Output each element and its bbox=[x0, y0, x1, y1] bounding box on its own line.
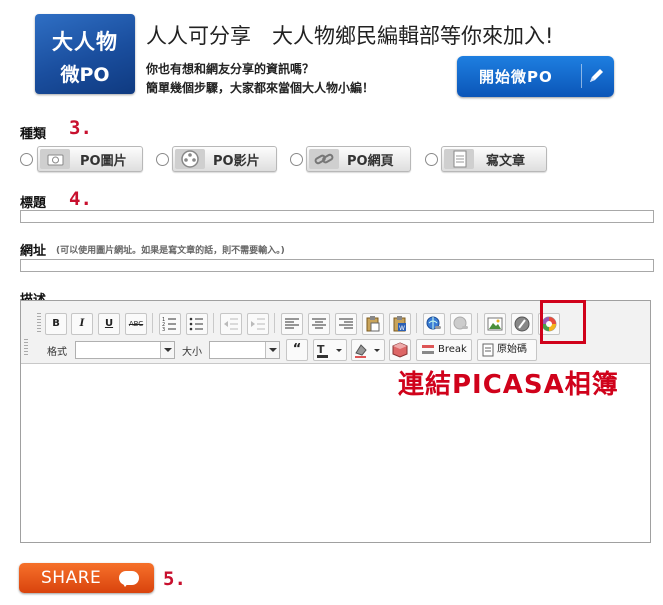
start-post-label: 開始微PO bbox=[479, 68, 553, 86]
background-color-icon[interactable] bbox=[351, 339, 385, 361]
type-radio-photo[interactable] bbox=[20, 153, 33, 166]
insert-image-icon[interactable] bbox=[484, 313, 506, 335]
svg-text:W: W bbox=[399, 325, 405, 332]
intro-line-1: 你也有想和網友分享的資訊嗎？ bbox=[146, 62, 315, 76]
align-center-icon[interactable] bbox=[308, 313, 330, 335]
size-label: 大小 bbox=[182, 347, 202, 358]
toolbar-separator bbox=[416, 313, 417, 333]
insert-table-icon[interactable] bbox=[389, 339, 411, 361]
toolbar-grip[interactable] bbox=[37, 313, 41, 333]
url-hint: (可以使用圖片網址。如果是寫文章的話，則不需要輸入。) bbox=[56, 246, 285, 256]
toolbar-separator bbox=[477, 313, 478, 333]
type-option-photo-label: PO圖片 bbox=[80, 154, 127, 169]
camera-icon bbox=[40, 149, 70, 169]
type-radio-web[interactable] bbox=[290, 153, 303, 166]
toolbar-separator bbox=[274, 313, 275, 333]
italic-button[interactable]: I bbox=[71, 313, 93, 335]
chevron-down-icon bbox=[160, 342, 174, 358]
document-icon bbox=[444, 149, 474, 169]
logo-text-top: 大人物 bbox=[52, 30, 118, 54]
picasa-annotation-label: 連結PICASA相簿 bbox=[398, 370, 619, 400]
underline-button[interactable]: U bbox=[98, 313, 120, 335]
type-option-article[interactable]: 寫文章 bbox=[441, 146, 547, 172]
type-option-web[interactable]: PO網頁 bbox=[306, 146, 411, 172]
strikethrough-button[interactable]: ABC bbox=[125, 313, 147, 335]
url-input[interactable] bbox=[20, 259, 654, 272]
paste-text-icon[interactable] bbox=[362, 313, 384, 335]
break-label: Break bbox=[438, 344, 467, 355]
indent-icon[interactable] bbox=[247, 313, 269, 335]
unlink-icon[interactable] bbox=[450, 313, 472, 335]
type-option-video-label: PO影片 bbox=[213, 154, 260, 169]
type-option-web-label: PO網頁 bbox=[347, 154, 394, 169]
type-option-video[interactable]: PO影片 bbox=[172, 146, 277, 172]
logo-text-bottom: 微PO bbox=[60, 64, 110, 86]
insert-link-icon[interactable] bbox=[423, 313, 445, 335]
format-label: 格式 bbox=[47, 347, 67, 358]
view-source-label: 原始碼 bbox=[497, 344, 527, 355]
chevron-down-icon bbox=[265, 342, 279, 358]
step-5-marker: 5. bbox=[163, 568, 186, 590]
page-headline: 人人可分享 大人物鄉民編輯部等你來加入! bbox=[146, 24, 554, 48]
bulleted-list-icon[interactable] bbox=[186, 313, 208, 335]
blockquote-glyph: “ bbox=[292, 342, 302, 357]
toolbar-separator bbox=[213, 313, 214, 333]
title-label: 標題 bbox=[20, 196, 47, 211]
type-option-article-label: 寫文章 bbox=[486, 154, 526, 169]
paste-from-word-icon[interactable]: W bbox=[389, 313, 411, 335]
picasa-highlight-box bbox=[540, 300, 586, 344]
step-3-marker: 3. bbox=[69, 117, 92, 139]
step-4-marker: 4. bbox=[69, 188, 92, 210]
intro-line-2: 簡單幾個步驟，大家都來當個大人物小編！ bbox=[146, 81, 375, 95]
svg-text:T: T bbox=[317, 343, 325, 356]
toolbar-grip[interactable] bbox=[24, 339, 28, 357]
chain-link-icon bbox=[309, 149, 339, 169]
share-button-label: SHARE bbox=[41, 568, 102, 588]
type-radio-article[interactable] bbox=[425, 153, 438, 166]
toolbar-separator bbox=[152, 313, 153, 333]
share-button[interactable]: SHARE bbox=[19, 563, 154, 593]
speech-bubble-icon bbox=[119, 571, 139, 587]
insert-break-button[interactable]: Break bbox=[416, 339, 472, 361]
bold-button[interactable]: B bbox=[45, 313, 67, 335]
film-reel-icon bbox=[175, 149, 205, 169]
url-label: 網址 bbox=[20, 244, 47, 259]
pencil-icon bbox=[581, 64, 608, 88]
align-left-icon[interactable] bbox=[281, 313, 303, 335]
blockquote-button[interactable]: “ bbox=[286, 339, 308, 361]
numbered-list-icon[interactable]: 123 bbox=[159, 313, 181, 335]
type-option-photo[interactable]: PO圖片 bbox=[37, 146, 143, 172]
title-input[interactable] bbox=[20, 210, 654, 223]
format-select[interactable] bbox=[75, 341, 175, 359]
text-color-icon[interactable]: T bbox=[313, 339, 347, 361]
type-radio-video[interactable] bbox=[156, 153, 169, 166]
site-logo: 大人物 微PO bbox=[35, 14, 135, 94]
size-select[interactable] bbox=[209, 341, 280, 359]
start-post-button[interactable]: 開始微PO bbox=[457, 56, 614, 97]
type-label: 種類 bbox=[20, 127, 47, 142]
svg-text:3: 3 bbox=[162, 327, 165, 333]
outdent-icon[interactable] bbox=[220, 313, 242, 335]
insert-flash-icon[interactable] bbox=[511, 313, 533, 335]
align-right-icon[interactable] bbox=[335, 313, 357, 335]
view-source-button[interactable]: 原始碼 bbox=[477, 339, 537, 361]
